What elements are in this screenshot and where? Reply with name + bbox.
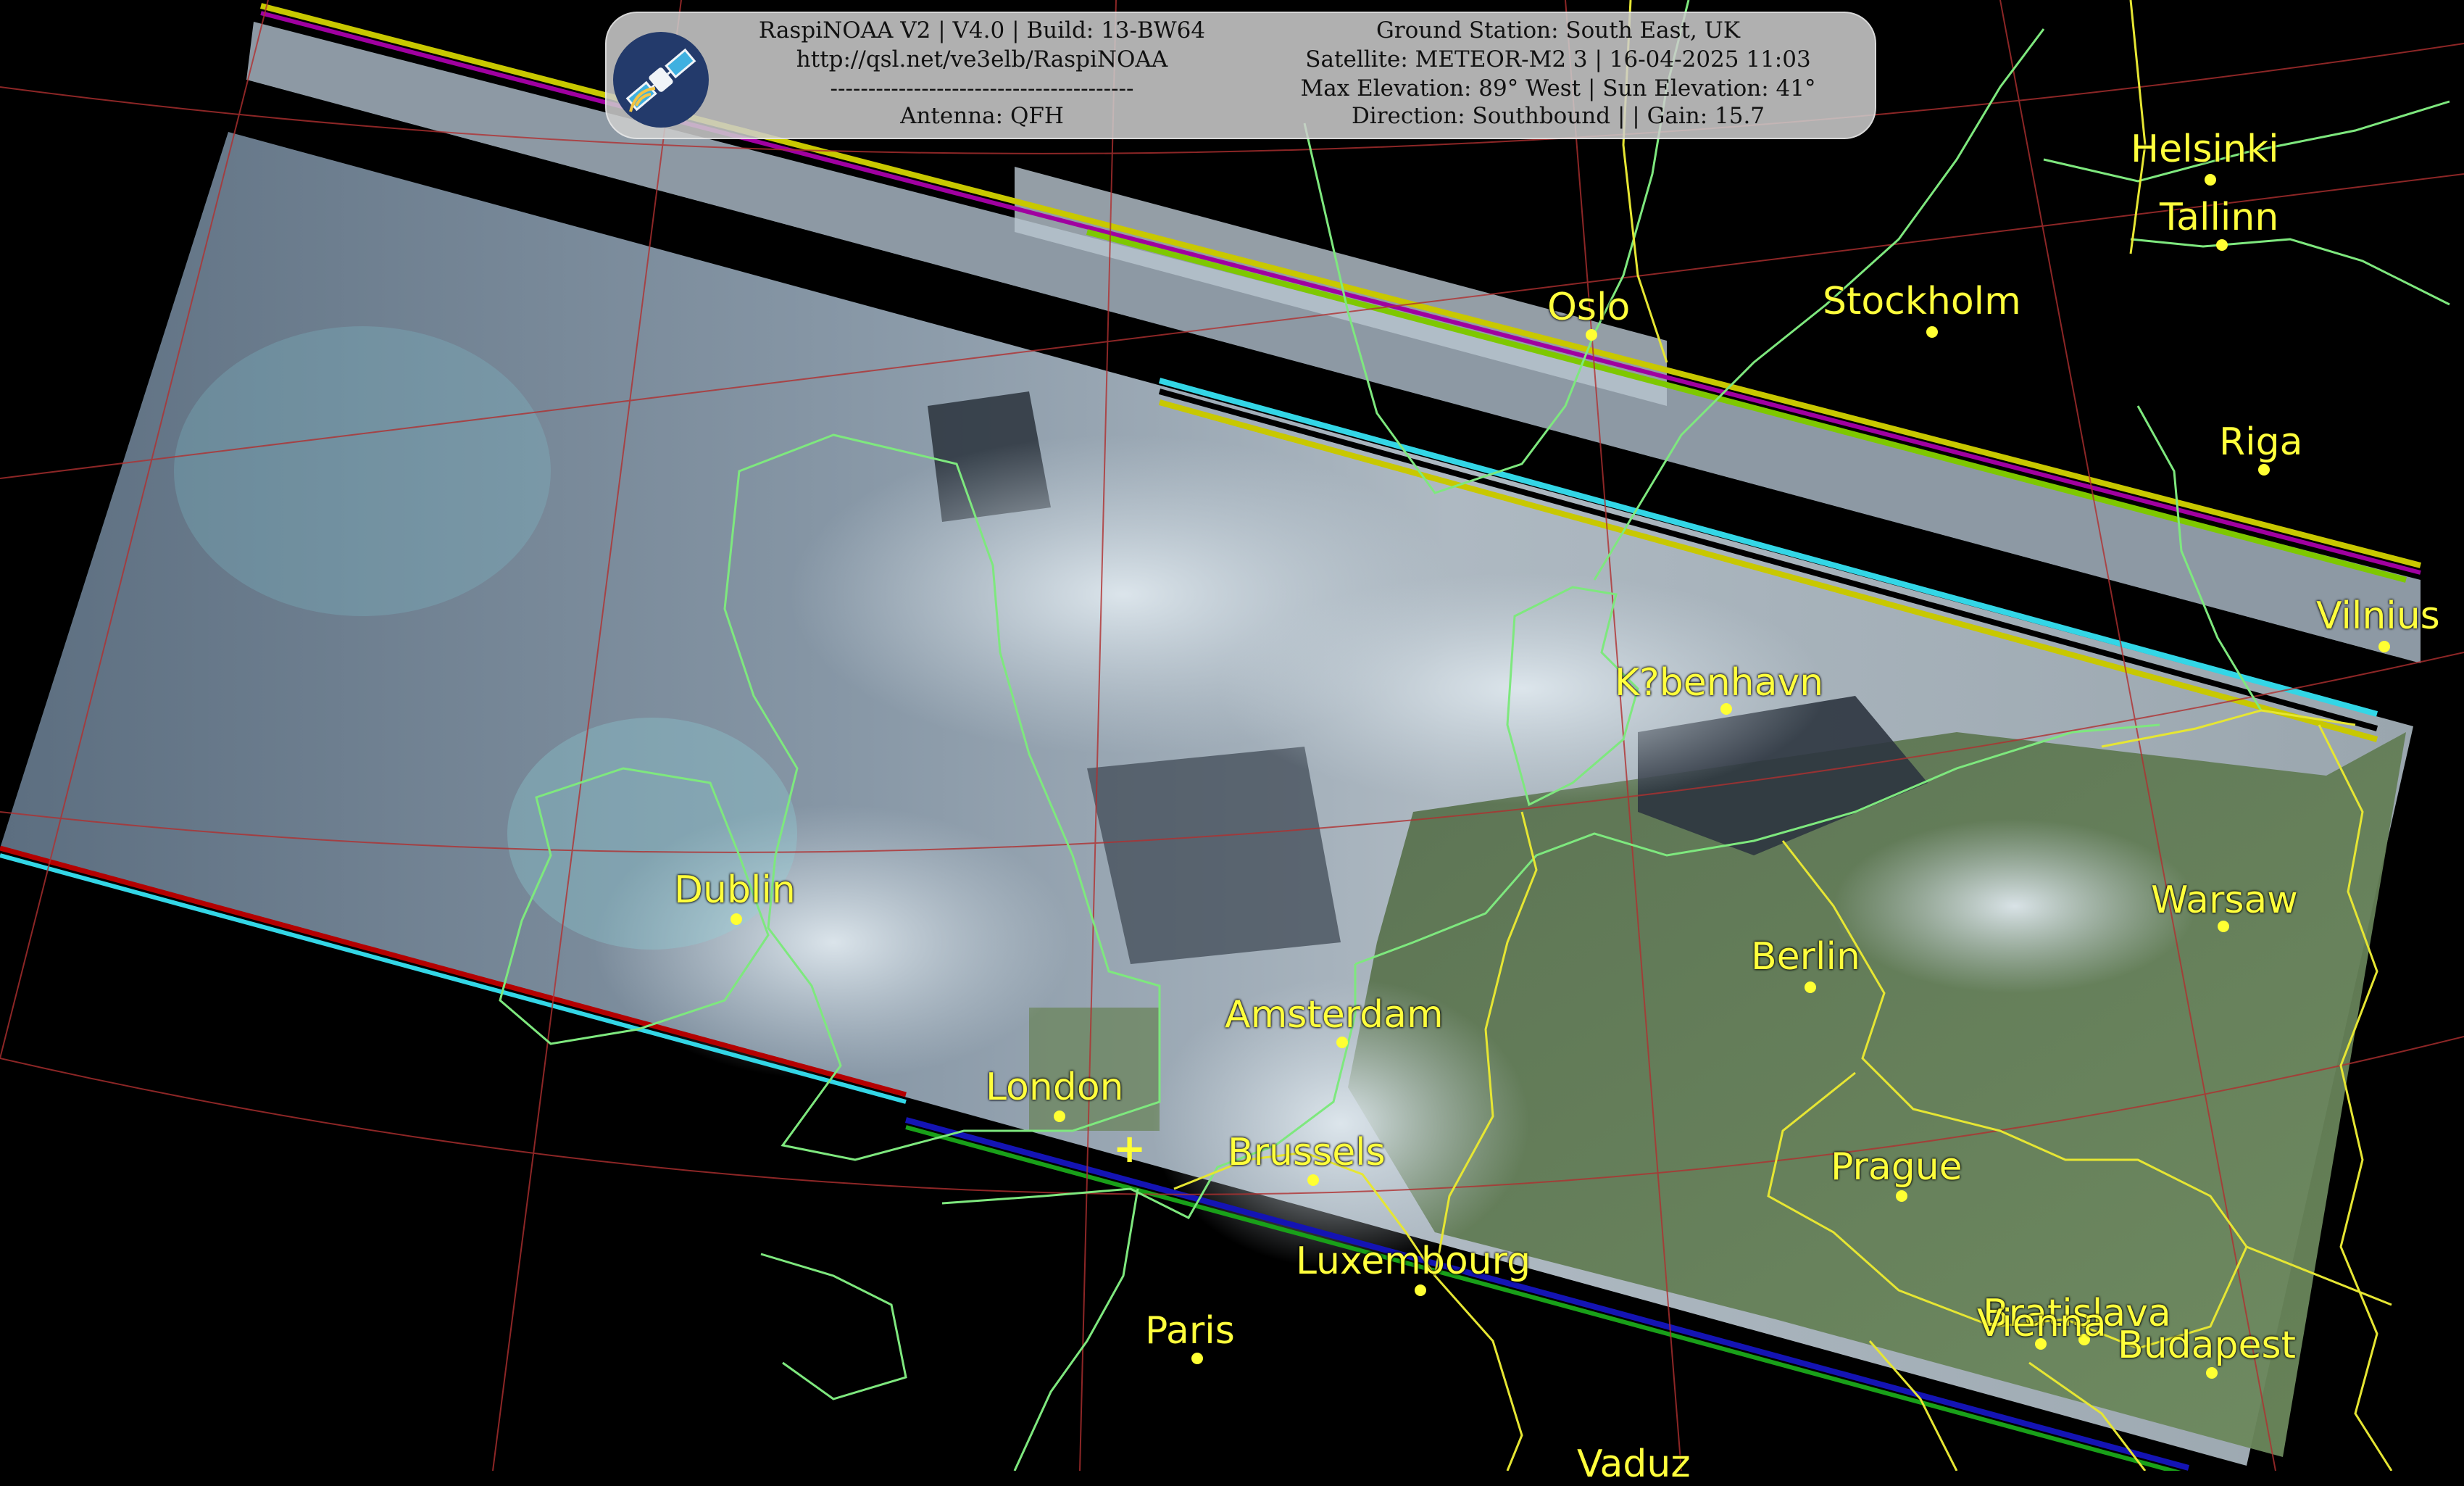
header-line4-left: Antenna: QFH xyxy=(900,103,1064,129)
header-line3-left: ---------------------------------------- xyxy=(830,75,1134,101)
city-label: Luxembourg xyxy=(1296,1240,1531,1283)
city-label: Oslo xyxy=(1547,286,1631,329)
satellite-icon xyxy=(609,28,713,132)
city-marker xyxy=(1896,1190,1907,1202)
header-line4-right: Direction: Southbound | | Gain: 15.7 xyxy=(1351,103,1765,129)
satellite-map: RaspiNOAA V2 | V4.0 | Build: 13-BW64 htt… xyxy=(0,0,2464,1485)
city-marker xyxy=(1307,1174,1319,1186)
header-line2-right: Satellite: METEOR-M2 3 | 16-04-2025 11:0… xyxy=(1305,46,1811,72)
city-marker xyxy=(1336,1037,1348,1048)
header-line1-right: Ground Station: South East, UK xyxy=(1376,17,1740,43)
city-label: Paris xyxy=(1145,1309,1235,1353)
city-label: Warsaw xyxy=(2151,879,2298,922)
city-label: Berlin xyxy=(1751,935,1860,979)
city-label: Helsinki xyxy=(2131,128,2279,171)
header-line1-left: RaspiNOAA V2 | V4.0 | Build: 13-BW64 xyxy=(758,17,1206,43)
city-marker xyxy=(2206,1367,2218,1379)
city-marker xyxy=(2205,174,2216,186)
ground-station-marker: + xyxy=(1113,1126,1146,1171)
city-label: Vilnius xyxy=(2316,594,2440,638)
city-label: Budapest xyxy=(2118,1324,2296,1367)
city-marker xyxy=(1805,981,1816,993)
city-marker xyxy=(2218,921,2229,932)
city-marker xyxy=(2258,464,2270,476)
map-canvas xyxy=(0,0,2464,1471)
city-marker xyxy=(1415,1284,1426,1296)
city-marker xyxy=(1926,326,1938,338)
header-line2-left: http://qsl.net/ve3elb/RaspiNOAA xyxy=(796,46,1168,72)
city-marker xyxy=(1054,1111,1065,1122)
city-label: Dublin xyxy=(674,868,796,912)
city-label: Stockholm xyxy=(1823,280,2021,323)
city-label: Amsterdam xyxy=(1225,993,1444,1037)
city-label: Prague xyxy=(1831,1145,1963,1189)
city-marker xyxy=(2378,641,2390,652)
city-marker xyxy=(1720,703,1732,715)
city-label: Tallinn xyxy=(2160,196,2279,239)
city-label: Riga xyxy=(2219,420,2303,464)
city-label: Vaduz xyxy=(1577,1443,1691,1486)
city-marker xyxy=(2035,1338,2047,1350)
city-marker xyxy=(2216,239,2228,251)
city-label: Brussels xyxy=(1228,1131,1386,1174)
city-marker xyxy=(1586,329,1597,341)
city-marker xyxy=(1191,1353,1203,1364)
city-label: London xyxy=(986,1066,1124,1109)
city-label: K?benhavn xyxy=(1615,661,1824,705)
header-line3-right: Max Elevation: 89° West | Sun Elevation:… xyxy=(1300,75,1816,101)
city-marker xyxy=(731,913,742,925)
